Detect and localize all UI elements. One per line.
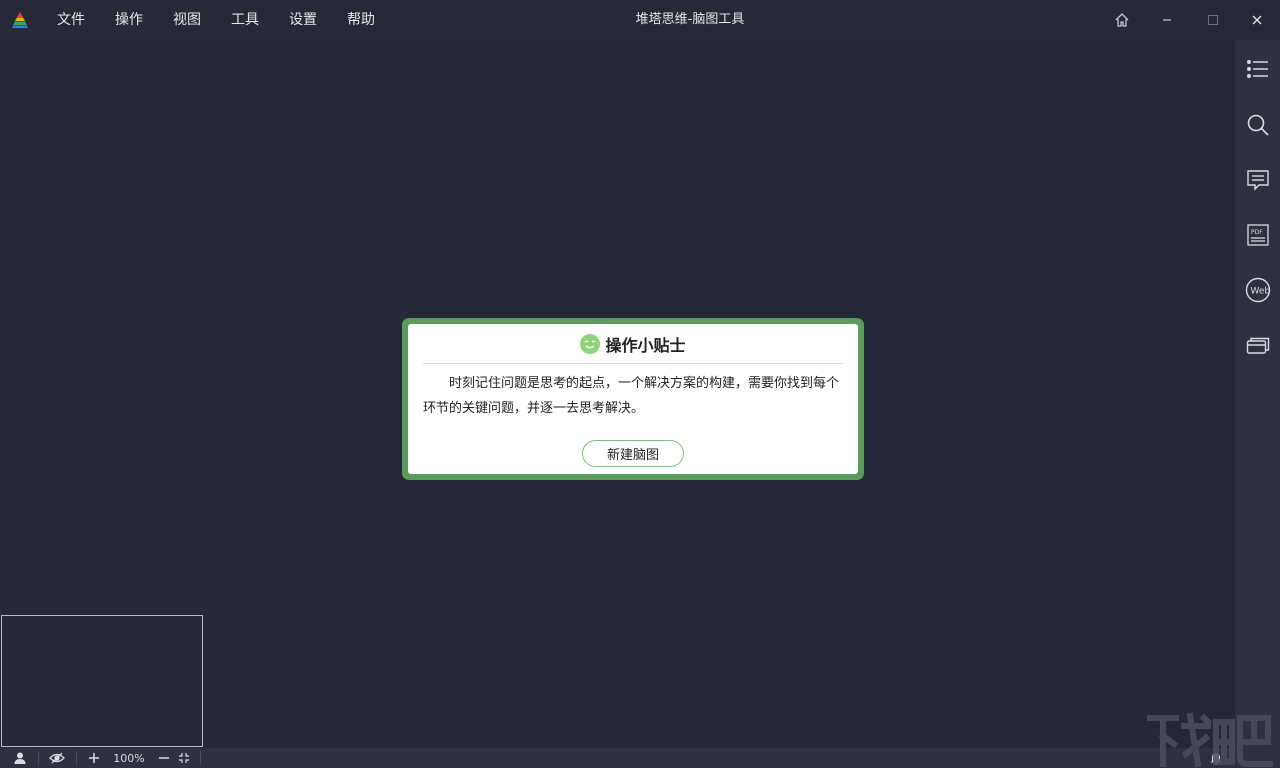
plus-icon <box>89 753 99 763</box>
menu-operate[interactable]: 操作 <box>100 0 158 40</box>
zoom-in-button[interactable] <box>84 748 104 768</box>
menu-settings[interactable]: 设置 <box>274 0 332 40</box>
smile-icon <box>580 333 601 354</box>
outline-button[interactable] <box>1244 55 1272 83</box>
maximize-button[interactable] <box>1190 0 1236 40</box>
menu-view[interactable]: 视图 <box>158 0 216 40</box>
zoom-level: 100% <box>113 751 145 765</box>
search-button[interactable] <box>1244 111 1272 139</box>
status-separator <box>38 751 39 765</box>
menu-bar: 文件 操作 视图 工具 设置 帮助 <box>42 0 390 40</box>
user-icon <box>14 752 26 764</box>
window-title: 堆塔思维-脑图工具 <box>635 12 745 27</box>
title-bar: 文件 操作 视图 工具 设置 帮助 堆塔思维-脑图工具 <box>0 0 1280 40</box>
pdf-icon: PDF <box>1247 224 1269 246</box>
status-bar: 100% <box>0 748 1280 768</box>
cards-icon <box>1246 337 1270 354</box>
home-button[interactable] <box>1099 0 1145 40</box>
svg-text:PDF: PDF <box>1251 229 1263 236</box>
tips-dialog: 操作小贴士 时刻记住问题是思考的起点，一个解决方案的构建，需要你找到每个环节的关… <box>402 318 864 480</box>
watermark-logo <box>1147 712 1273 768</box>
search-icon <box>1247 114 1269 136</box>
cards-button[interactable] <box>1244 331 1272 359</box>
fit-screen-button[interactable] <box>174 748 194 768</box>
svg-text:Web: Web <box>1251 287 1271 297</box>
maximize-icon <box>1208 15 1218 25</box>
web-icon: Web <box>1245 277 1271 303</box>
menu-help[interactable]: 帮助 <box>332 0 390 40</box>
right-toolbar: PDF Web <box>1235 40 1280 748</box>
visibility-toggle[interactable] <box>46 748 68 768</box>
eye-icon <box>49 752 65 764</box>
close-icon <box>1252 15 1262 25</box>
tips-dialog-text: 时刻记住问题是思考的起点，一个解决方案的构建，需要你找到每个环节的关键问题，并逐… <box>423 376 840 416</box>
tips-dialog-body: 操作小贴士 时刻记住问题是思考的起点，一个解决方案的构建，需要你找到每个环节的关… <box>408 324 858 474</box>
compress-icon <box>179 753 189 763</box>
minus-icon <box>159 757 169 759</box>
minimap-panel[interactable] <box>1 615 203 747</box>
close-button[interactable] <box>1234 0 1280 40</box>
home-icon <box>1115 13 1129 27</box>
comment-icon <box>1247 170 1269 191</box>
status-separator <box>200 751 201 765</box>
user-button[interactable] <box>10 748 30 768</box>
export-pdf-button[interactable]: PDF <box>1244 221 1272 249</box>
new-mindmap-button[interactable]: 新建脑图 <box>582 440 684 467</box>
export-web-button[interactable]: Web <box>1244 276 1272 304</box>
minimize-button[interactable] <box>1144 0 1190 40</box>
menu-file[interactable]: 文件 <box>42 0 100 40</box>
status-separator <box>76 751 77 765</box>
tips-dialog-header: 操作小贴士 <box>423 324 843 364</box>
menu-tools[interactable]: 工具 <box>216 0 274 40</box>
tips-dialog-title: 操作小贴士 <box>605 335 686 355</box>
comment-button[interactable] <box>1244 166 1272 194</box>
zoom-out-button[interactable] <box>154 748 174 768</box>
app-logo-icon <box>12 12 28 28</box>
outline-list-icon <box>1247 60 1268 78</box>
minimize-icon <box>1163 19 1171 21</box>
